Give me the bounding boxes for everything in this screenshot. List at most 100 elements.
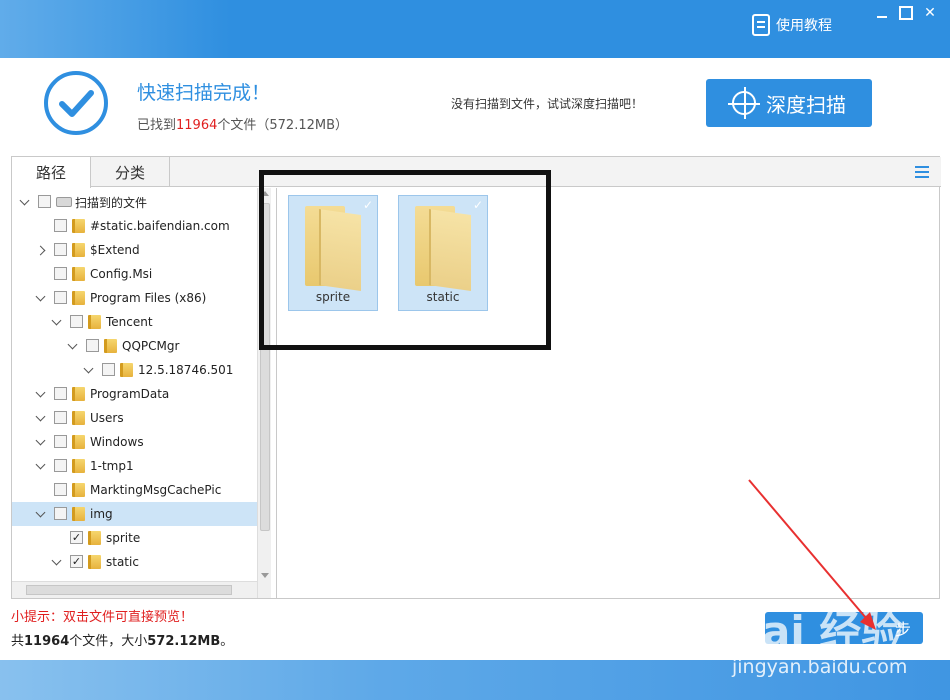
folder-icon [72, 291, 85, 305]
title-bar-blur [0, 0, 230, 58]
deep-scan-hint: 没有扫描到文件，试试深度扫描吧！ [451, 97, 644, 111]
tree-checkbox[interactable] [54, 483, 67, 496]
tree-row[interactable]: img [12, 502, 257, 526]
tab-path[interactable]: 路径 [12, 157, 91, 188]
folder-icon [72, 483, 85, 497]
tree-row[interactable]: Config.Msi [12, 262, 257, 286]
tree-label: 1-tmp1 [90, 459, 134, 473]
tree-row[interactable]: Users [12, 406, 257, 430]
folder-icon [72, 243, 85, 257]
chevron-down-icon[interactable] [66, 340, 78, 352]
found-suffix: 个文件（572.12MB） [217, 118, 348, 133]
watermark-url: jingyan.baidu.com [732, 656, 908, 678]
summary-prefix: 共 [11, 634, 25, 649]
folder-tree: 扫描到的文件 #static.baifendian.com $Extend Confi… [12, 188, 257, 598]
tree-row[interactable]: ProgramData [12, 382, 257, 406]
chevron-right-icon[interactable] [34, 244, 46, 256]
tree-checkbox[interactable] [102, 363, 115, 376]
tree-checkbox[interactable] [54, 459, 67, 472]
crosshair-icon [728, 87, 760, 119]
deep-scan-label: 深度扫描 [766, 92, 846, 117]
tutorial-link[interactable]: 使用教程 [752, 14, 832, 36]
hscroll-thumb[interactable] [26, 585, 232, 595]
tree-row[interactable]: static [12, 550, 257, 574]
tree-checkbox[interactable] [70, 315, 83, 328]
chevron-down-icon[interactable] [34, 292, 46, 304]
folder-icon [72, 387, 85, 401]
folder-icon [88, 315, 101, 329]
tree-checkbox[interactable] [54, 411, 67, 424]
tree-label: #static.baifendian.com [90, 219, 230, 233]
chevron-down-icon[interactable] [34, 412, 46, 424]
tutorial-label: 使用教程 [776, 18, 832, 34]
maximize-button[interactable] [894, 2, 918, 24]
found-prefix: 已找到 [137, 118, 177, 133]
tree-row[interactable]: 1-tmp1 [12, 454, 257, 478]
tree-checkbox[interactable] [54, 387, 67, 400]
file-summary: 共11964个文件，大小572.12MB。 [11, 630, 233, 649]
tree-row[interactable]: Program Files (x86) [12, 286, 257, 310]
tree-label: sprite [106, 531, 141, 545]
folder-icon [72, 507, 85, 521]
chevron-down-icon[interactable] [34, 436, 46, 448]
close-button[interactable] [918, 2, 942, 24]
chevron-down-icon[interactable] [34, 388, 46, 400]
tree-checkbox[interactable] [54, 291, 67, 304]
watermark-logo: Bai 经验 [730, 607, 904, 656]
tree-label: MarktingMsgCachePic [90, 483, 222, 497]
chevron-down-icon[interactable] [50, 316, 62, 328]
tree-label: 12.5.18746.501 [138, 363, 234, 377]
chevron-down-icon[interactable] [18, 196, 30, 208]
tree-row[interactable]: 扫描到的文件 [12, 190, 257, 214]
folder-icon [88, 555, 101, 569]
tree-row[interactable]: Windows [12, 430, 257, 454]
tree-checkbox[interactable] [54, 267, 67, 280]
tree-horizontal-scrollbar[interactable] [12, 581, 257, 598]
tree-label: Tencent [106, 315, 153, 329]
tree-label: Users [90, 411, 124, 425]
document-icon [752, 14, 770, 36]
tree-row[interactable]: sprite [12, 526, 257, 550]
tree-checkbox[interactable] [54, 435, 67, 448]
scan-title: 快速扫描完成！ [137, 82, 271, 104]
preview-tip: 小提示：双击文件可直接预览！ [11, 610, 194, 625]
tree-checkbox[interactable] [54, 219, 67, 232]
chevron-down-icon[interactable] [34, 508, 46, 520]
folder-icon [72, 435, 85, 449]
tree-checkbox[interactable] [70, 531, 83, 544]
tree-checkbox[interactable] [86, 339, 99, 352]
menu-icon[interactable] [915, 166, 929, 178]
tree-checkbox[interactable] [70, 555, 83, 568]
summary-mid: 个文件，大小 [69, 634, 148, 649]
summary-count: 11964 [24, 634, 70, 649]
tree-checkbox[interactable] [54, 243, 67, 256]
tree-label: QQPCMgr [122, 339, 180, 353]
deep-scan-button[interactable]: 深度扫描 [706, 79, 872, 127]
scroll-down-icon[interactable] [261, 573, 269, 578]
annotation-box [259, 170, 551, 350]
chevron-down-icon[interactable] [34, 460, 46, 472]
scan-result-header: 快速扫描完成！ 已找到11964个文件（572.12MB） 没有扫描到文件，试试… [0, 58, 950, 155]
drive-icon [56, 197, 72, 207]
tab-category[interactable]: 分类 [91, 157, 170, 187]
scan-summary: 已找到11964个文件（572.12MB） [137, 114, 348, 133]
tree-checkbox[interactable] [38, 195, 51, 208]
tree-label: Program Files (x86) [90, 291, 207, 305]
checkmark-icon [44, 71, 108, 135]
tree-row[interactable]: #static.baifendian.com [12, 214, 257, 238]
tree-label: Config.Msi [90, 267, 153, 281]
folder-icon [120, 363, 133, 377]
tree-row[interactable]: QQPCMgr [12, 334, 257, 358]
chevron-down-icon[interactable] [50, 556, 62, 568]
tree-row[interactable]: MarktingMsgCachePic [12, 478, 257, 502]
summary-size: 572.12MB [147, 634, 221, 649]
chevron-down-icon[interactable] [82, 364, 94, 376]
title-bar: 使用教程 [0, 0, 950, 58]
tree-label: $Extend [90, 243, 140, 257]
minimize-button[interactable] [870, 2, 894, 24]
tree-row[interactable]: $Extend [12, 238, 257, 262]
tree-checkbox[interactable] [54, 507, 67, 520]
tree-row[interactable]: 12.5.18746.501 [12, 358, 257, 382]
found-count: 11964 [176, 118, 218, 133]
tree-row[interactable]: Tencent [12, 310, 257, 334]
